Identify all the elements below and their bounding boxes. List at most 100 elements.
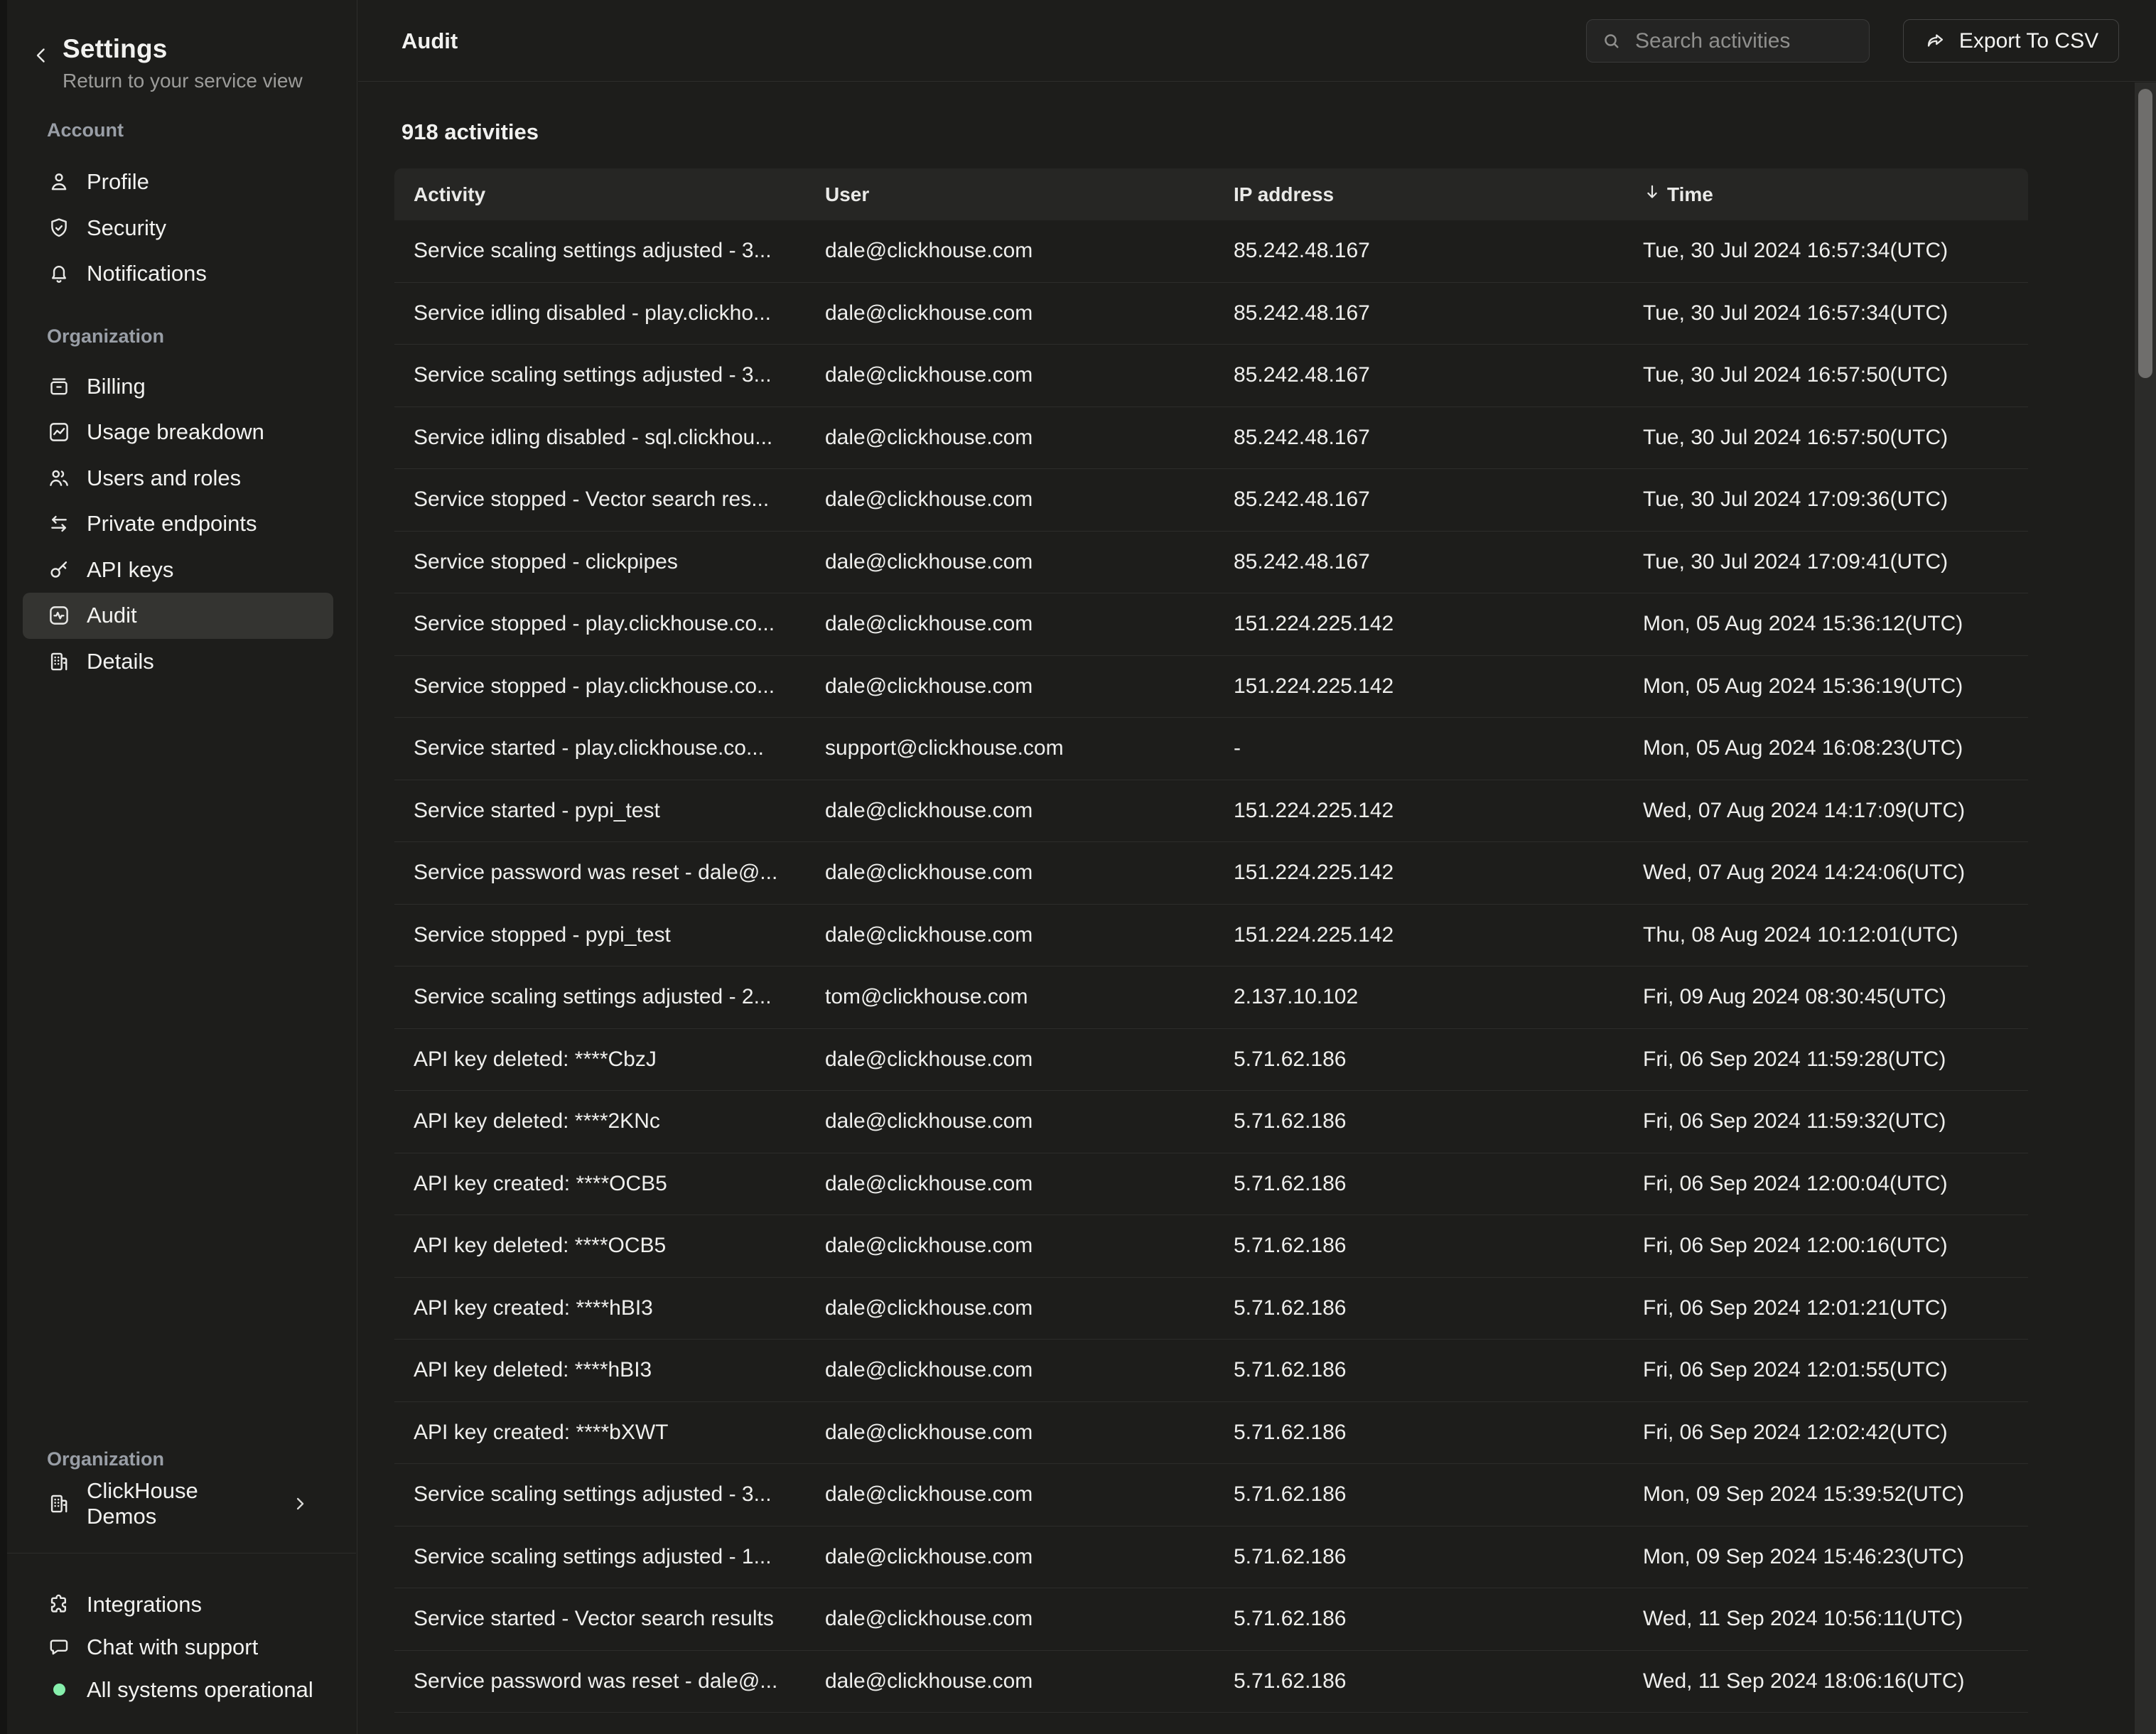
cell-ip: 151.224.225.142 <box>1214 799 1624 823</box>
cell-ip: 5.71.62.186 <box>1214 1482 1624 1507</box>
user-icon <box>47 170 71 194</box>
column-header-activity[interactable]: Activity <box>394 183 806 206</box>
cell-user: dale@clickhouse.com <box>806 861 1214 885</box>
cell-ip: 85.242.48.167 <box>1214 426 1624 450</box>
table-header-row: Activity User IP address Time <box>394 168 2028 220</box>
cell-time: Mon, 09 Sep 2024 15:46:23(UTC) <box>1624 1545 2028 1569</box>
sidebar-item-audit[interactable]: Audit <box>23 593 333 639</box>
table-row: Service stopped - play.clickhouse.co...d… <box>394 656 2028 718</box>
cell-ip: 5.71.62.186 <box>1214 1296 1624 1320</box>
table-row: API key created: ****bXWTdale@clickhouse… <box>394 1402 2028 1465</box>
cell-time: Tue, 30 Jul 2024 16:57:34(UTC) <box>1624 301 2028 325</box>
cell-ip: 5.71.62.186 <box>1214 1048 1624 1072</box>
cell-time: Tue, 30 Jul 2024 16:57:34(UTC) <box>1624 239 2028 263</box>
table-row: API key deleted: ****2KNcdale@clickhouse… <box>394 1091 2028 1153</box>
cell-user: dale@clickhouse.com <box>806 1296 1214 1320</box>
cell-time: Fri, 06 Sep 2024 12:02:42(UTC) <box>1624 1421 2028 1445</box>
cell-user: dale@clickhouse.com <box>806 674 1214 699</box>
sidebar-item-security[interactable]: Security <box>23 205 333 252</box>
cell-time: Fri, 06 Sep 2024 12:01:21(UTC) <box>1624 1296 2028 1320</box>
sidebar-item-users-and-roles[interactable]: Users and roles <box>23 456 333 502</box>
cell-time: Thu, 08 Aug 2024 10:12:01(UTC) <box>1624 923 2028 947</box>
cell-ip: 5.71.62.186 <box>1214 1358 1624 1382</box>
table-row: Service password was reset - dale@...dal… <box>394 1651 2028 1713</box>
cell-time: Wed, 07 Aug 2024 14:24:06(UTC) <box>1624 861 2028 885</box>
cell-time: Fri, 09 Aug 2024 08:30:45(UTC) <box>1624 985 2028 1009</box>
sidebar-item-details[interactable]: Details <box>23 639 333 685</box>
table-row: Service scaling settings adjusted - 3...… <box>394 1464 2028 1526</box>
cell-ip: 151.224.225.142 <box>1214 861 1624 885</box>
table-row: Service idling disabled - sql.clickhou..… <box>394 407 2028 470</box>
cell-activity: Service idling disabled - sql.clickhou..… <box>394 426 806 450</box>
audit-table: Activity User IP address Time Service scali… <box>394 168 2028 1734</box>
column-header-label: IP address <box>1234 183 1334 206</box>
column-header-label: Time <box>1667 183 1713 206</box>
sort-desc-icon <box>1643 183 1661 206</box>
sidebar-item-profile[interactable]: Profile <box>23 159 333 205</box>
cell-user: dale@clickhouse.com <box>806 1109 1214 1133</box>
table-row: Service stopped - observability-demodale… <box>394 1713 2028 1734</box>
cell-time: Mon, 05 Aug 2024 15:36:12(UTC) <box>1624 612 2028 636</box>
cell-activity: Service stopped - play.clickhouse.co... <box>394 612 806 636</box>
column-header-time[interactable]: Time <box>1624 183 2028 206</box>
sidebar-link-chat-with-support[interactable]: Chat with support <box>0 1626 356 1669</box>
back-button[interactable] <box>27 40 55 71</box>
cell-user: dale@clickhouse.com <box>806 1731 1214 1734</box>
cell-activity: Service scaling settings adjusted - 3... <box>394 1482 806 1507</box>
page-topbar: Audit Export To CSV <box>358 0 2156 82</box>
cell-ip: 5.71.62.186 <box>1214 1421 1624 1445</box>
section-label-organization: Organization <box>0 320 356 352</box>
organization-selector[interactable]: ClickHouse Demos <box>0 1481 356 1527</box>
organization-name: ClickHouse Demos <box>87 1478 272 1529</box>
cell-ip: 5.71.62.186 <box>1214 1234 1624 1258</box>
bell-icon <box>47 262 71 286</box>
table-row: API key deleted: ****OCB5dale@clickhouse… <box>394 1215 2028 1278</box>
sidebar-link-all-systems-operational[interactable]: All systems operational <box>0 1669 356 1711</box>
sidebar-item-api-keys[interactable]: API keys <box>23 547 333 593</box>
cell-activity: API key deleted: ****2KNc <box>394 1109 806 1133</box>
sidebar-item-usage-breakdown[interactable]: Usage breakdown <box>23 409 333 456</box>
table-row: API key deleted: ****hBI3dale@clickhouse… <box>394 1340 2028 1402</box>
cell-time: Tue, 30 Jul 2024 17:09:36(UTC) <box>1624 488 2028 512</box>
column-header-user[interactable]: User <box>806 183 1214 206</box>
scrollbar-thumb[interactable] <box>2138 89 2152 378</box>
sidebar-link-label: Chat with support <box>87 1635 258 1660</box>
cell-ip: 5.71.62.186 <box>1214 1669 1624 1693</box>
search-input[interactable] <box>1634 28 1850 54</box>
sidebar-item-notifications[interactable]: Notifications <box>23 251 333 297</box>
chevron-right-icon <box>288 1492 312 1516</box>
sidebar-item-private-endpoints[interactable]: Private endpoints <box>23 501 333 547</box>
table-row: Service stopped - Vector search res...da… <box>394 469 2028 532</box>
sidebar-item-label: Users and roles <box>87 465 241 491</box>
cell-activity: Service started - play.clickhouse.co... <box>394 736 806 760</box>
table-row: Service stopped - pypi_testdale@clickhou… <box>394 905 2028 967</box>
column-header-label: User <box>825 183 869 206</box>
sidebar-item-label: Details <box>87 649 154 674</box>
search-activities-box <box>1586 19 1870 63</box>
table-row: Service scaling settings adjusted - 1...… <box>394 1526 2028 1589</box>
cell-time: Tue, 30 Jul 2024 17:09:41(UTC) <box>1624 550 2028 574</box>
sidebar-title: Settings <box>63 34 168 64</box>
cell-time: Mon, 05 Aug 2024 16:08:23(UTC) <box>1624 736 2028 760</box>
sidebar-item-label: Usage breakdown <box>87 419 264 445</box>
settings-sidebar: Settings Return to your service view Acc… <box>0 0 357 1734</box>
cell-ip: 85.242.48.167 <box>1214 550 1624 574</box>
cell-time: Wed, 11 Sep 2024 18:06:16(UTC) <box>1624 1669 2028 1693</box>
sidebar-item-label: Notifications <box>87 261 207 286</box>
sidebar-link-integrations[interactable]: Integrations <box>0 1583 356 1626</box>
window-edge <box>0 0 7 1734</box>
cell-ip: 5.71.62.186 <box>1214 1545 1624 1569</box>
column-header-ip-address[interactable]: IP address <box>1214 183 1624 206</box>
table-body: Service scaling settings adjusted - 3...… <box>394 220 2028 1734</box>
sidebar-subtitle: Return to your service view <box>63 70 303 92</box>
export-csv-button[interactable]: Export To CSV <box>1903 19 2119 63</box>
users-icon <box>47 466 71 490</box>
endpoints-icon <box>47 512 71 536</box>
cell-user: dale@clickhouse.com <box>806 363 1214 387</box>
sidebar-item-billing[interactable]: Billing <box>23 364 333 410</box>
export-csv-label: Export To CSV <box>1959 29 2098 53</box>
cell-time: Thu, 12 Sep 2024 08:42:44(UTC) <box>1624 1731 2028 1734</box>
cell-ip: 151.224.225.142 <box>1214 923 1624 947</box>
cell-user: dale@clickhouse.com <box>806 612 1214 636</box>
cell-activity: API key created: ****hBI3 <box>394 1296 806 1320</box>
